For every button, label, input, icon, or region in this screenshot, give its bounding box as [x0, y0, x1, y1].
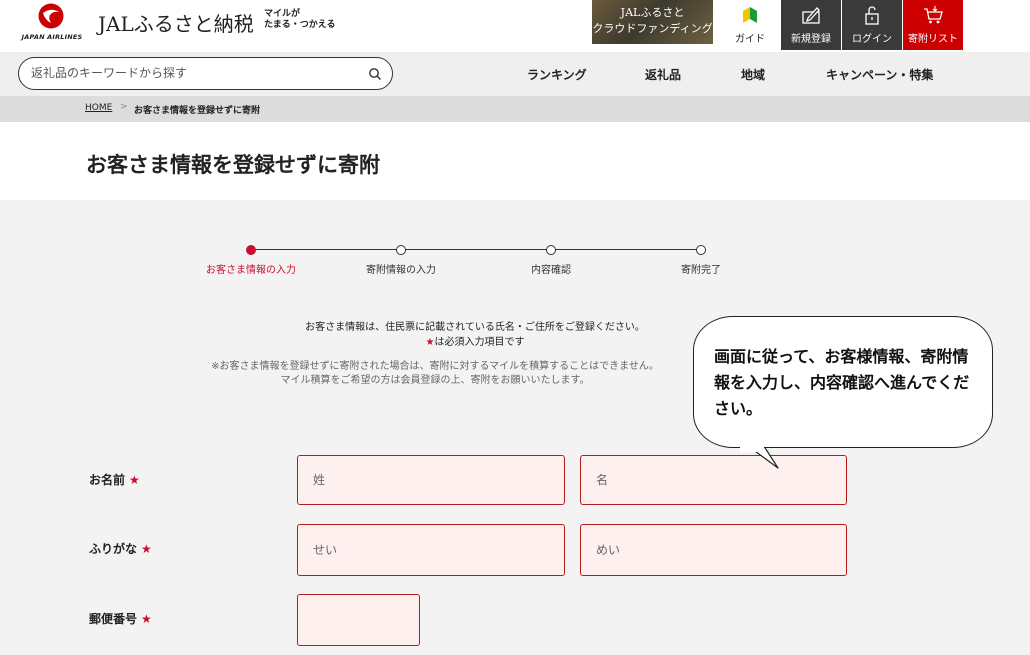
guide-button[interactable]: ガイド [720, 0, 780, 50]
postal-label: 郵便番号 ★ [89, 610, 152, 627]
bubble-tail-cover [740, 444, 764, 452]
step-label-4: 寄附完了 [681, 265, 721, 276]
jal-logo[interactable]: JAPAN AIRLINES [18, 3, 86, 47]
nav-region[interactable]: 地域 [741, 66, 765, 83]
banner-line2: クラウドファンディング [592, 22, 713, 35]
login-button[interactable]: ログイン [842, 0, 902, 50]
site-title[interactable]: JALふるさと納税 [98, 8, 254, 37]
step-progress-line [256, 249, 701, 250]
step-dot-1 [246, 245, 256, 255]
pencil-note-icon [802, 7, 820, 24]
unlock-icon [865, 6, 879, 25]
guide-label: ガイド [735, 34, 765, 45]
cart-icon [924, 6, 943, 24]
kana-label-text: ふりがな [89, 542, 138, 556]
login-label: ログイン [852, 34, 892, 45]
first-kana-input[interactable] [580, 524, 847, 576]
kana-label: ふりがな ★ [89, 540, 152, 557]
search-input[interactable] [31, 63, 361, 83]
last-name-input[interactable] [297, 455, 565, 505]
tagline-line2: たまる・つかえる [264, 20, 336, 30]
step-label-1: お客さま情報の入力 [206, 265, 296, 276]
page-title: お客さま情報を登録せずに寄附 [86, 153, 380, 177]
instruction-bubble: 画面に従って、お客様情報、寄附情報を入力し、内容確認へ進んでください。 [693, 316, 993, 448]
breadcrumb: HOME > お客さま情報を登録せずに寄附 [0, 96, 1030, 122]
site-tagline: マイルが たまる・つかえる [264, 9, 335, 31]
tagline-line1: マイルが [264, 9, 301, 19]
register-button[interactable]: 新規登録 [781, 0, 841, 50]
nav-gifts[interactable]: 返礼品 [645, 66, 681, 83]
kana-required-star: ★ [141, 542, 152, 556]
nav-bar: ランキング 返礼品 地域 キャンペーン・特集 [0, 52, 1030, 96]
breadcrumb-separator: > [120, 102, 128, 112]
last-kana-input[interactable] [297, 524, 565, 576]
breadcrumb-current: お客さま情報を登録せずに寄附 [134, 106, 261, 116]
name-required-star: ★ [129, 473, 140, 487]
name-label: お名前 ★ [89, 471, 140, 488]
beginner-mark-icon [743, 7, 757, 23]
postal-required-star: ★ [141, 612, 152, 626]
step-label-2: 寄附情報の入力 [366, 265, 436, 276]
logo-text: JAPAN AIRLINES [21, 33, 83, 41]
required-text: は必須入力項目です [434, 337, 525, 348]
search-box[interactable] [18, 57, 393, 90]
crowdfunding-banner[interactable]: JALふるさと クラウドファンディング [592, 0, 713, 44]
banner-line1: JALふるさと [620, 6, 685, 19]
step-dot-3 [546, 245, 556, 255]
donation-list-button[interactable]: 寄附リスト [903, 0, 963, 50]
title-area: お客さま情報を登録せずに寄附 [0, 122, 1030, 200]
donation-list-label: 寄附リスト [908, 34, 958, 45]
site-header: JAPAN AIRLINES JALふるさと納税 マイルが たまる・つかえる J… [0, 0, 1030, 52]
jal-crane-icon [38, 3, 64, 29]
first-name-input[interactable] [580, 455, 847, 505]
breadcrumb-home-link[interactable]: HOME [85, 103, 112, 113]
step-label-3: 内容確認 [531, 265, 571, 276]
postal-label-text: 郵便番号 [89, 612, 138, 626]
nav-ranking[interactable]: ランキング [527, 66, 587, 83]
step-dot-4 [696, 245, 706, 255]
instruction-bubble-text: 画面に従って、お客様情報、寄附情報を入力し、内容確認へ進んでください。 [714, 347, 970, 418]
step-dot-2 [396, 245, 406, 255]
postal-code-input[interactable] [297, 594, 420, 646]
nav-campaign[interactable]: キャンペーン・特集 [826, 66, 933, 83]
search-icon[interactable] [368, 67, 382, 81]
name-label-text: お名前 [89, 473, 126, 487]
register-label: 新規登録 [791, 34, 831, 45]
